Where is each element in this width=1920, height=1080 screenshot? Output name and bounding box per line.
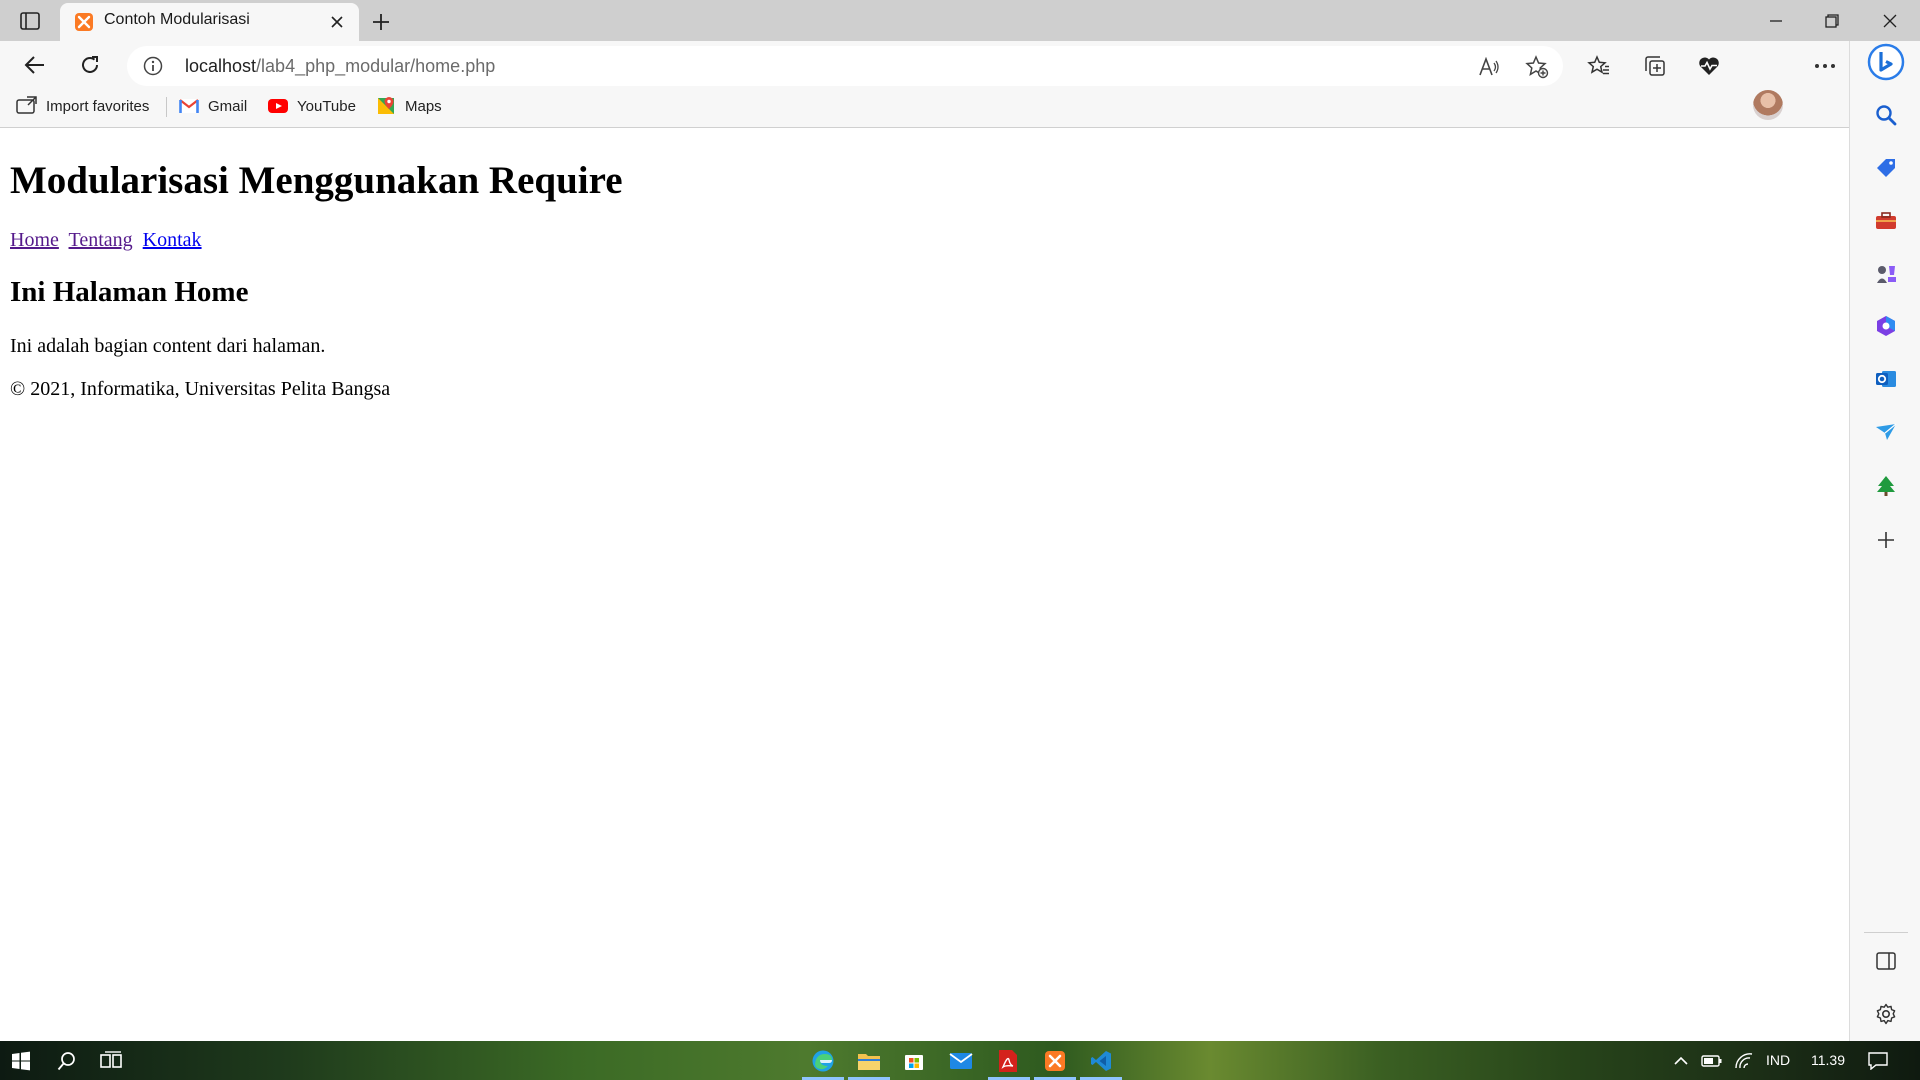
minimize-button[interactable]: [1748, 0, 1804, 41]
xampp-icon[interactable]: [1042, 1048, 1068, 1074]
content-paragraph: Ini adalah bagian content dari halaman.: [10, 335, 326, 357]
add-sidebar-app-icon[interactable]: [1873, 527, 1899, 553]
tab-title: Contoh Modularisasi: [104, 11, 250, 28]
show-hidden-icons-chevron-icon[interactable]: [1671, 1048, 1691, 1074]
microsoft-365-icon[interactable]: [1873, 313, 1899, 339]
bookmark-youtube[interactable]: YouTube: [267, 94, 356, 118]
windows-start-icon[interactable]: [8, 1048, 34, 1074]
bookmark-maps[interactable]: Maps: [375, 94, 442, 118]
favorites-icon[interactable]: [1585, 52, 1613, 80]
microsoft-store-icon[interactable]: [901, 1048, 927, 1074]
input-language-indicator[interactable]: IND: [1766, 1052, 1790, 1068]
search-icon[interactable]: [1873, 102, 1899, 128]
bookmark-label: Gmail: [208, 97, 248, 115]
bing-copilot-icon[interactable]: [1867, 43, 1905, 81]
nav-link-home[interactable]: Home: [10, 229, 59, 251]
tree-icon[interactable]: [1873, 473, 1899, 499]
hide-sidebar-icon[interactable]: [1873, 948, 1899, 974]
import-favorites-icon: [16, 95, 38, 117]
task-view-icon[interactable]: [98, 1048, 124, 1074]
browser-tab[interactable]: Contoh Modularisasi: [60, 3, 359, 41]
bookmark-label: Import favorites: [46, 97, 150, 115]
browser-essentials-icon[interactable]: [1695, 52, 1723, 80]
gmail-icon: [178, 95, 200, 117]
sidebar-separator: [1864, 932, 1908, 933]
add-favorite-icon[interactable]: [1525, 55, 1549, 79]
edge-sidebar: [1849, 41, 1920, 1041]
back-arrow-icon[interactable]: [15, 45, 55, 85]
wifi-icon[interactable]: [1732, 1048, 1756, 1074]
site-nav: Home Tentang Kontak: [10, 229, 207, 252]
site-info-icon[interactable]: [143, 56, 163, 76]
nav-link-tentang[interactable]: Tentang: [69, 229, 133, 251]
file-explorer-icon[interactable]: [856, 1048, 882, 1074]
taskbar-clock[interactable]: 11.39: [1811, 1052, 1845, 1068]
tab-close-icon[interactable]: [327, 12, 347, 32]
settings-more-icon[interactable]: [1811, 52, 1839, 80]
address-host: localhost: [185, 56, 257, 76]
read-aloud-icon[interactable]: [1477, 55, 1501, 79]
browser-toolbar: localhost/lab4_php_modular/home.php Impo…: [0, 41, 1850, 128]
profile-avatar[interactable]: [1753, 90, 1783, 120]
mail-icon[interactable]: [948, 1048, 974, 1074]
outlook-icon[interactable]: [1873, 366, 1899, 392]
title-bar: Contoh Modularisasi: [0, 0, 1920, 41]
windows-taskbar: IND 11.39: [0, 1041, 1920, 1080]
page-footer: © 2021, Informatika, Universitas Pelita …: [10, 378, 391, 400]
restore-button[interactable]: [1804, 0, 1860, 41]
nav-link-kontak[interactable]: Kontak: [143, 229, 202, 251]
bookmark-separator: [166, 97, 167, 117]
taskbar-search-icon[interactable]: [54, 1048, 80, 1074]
vscode-icon[interactable]: [1088, 1048, 1114, 1074]
edge-taskbar-icon[interactable]: [810, 1048, 836, 1074]
bookmark-import-favorites[interactable]: Import favorites: [16, 94, 149, 118]
page-viewport: Modularisasi Menggunakan Require Home Te…: [0, 128, 1849, 1041]
shopping-tag-icon[interactable]: [1873, 155, 1899, 181]
bookmark-label: YouTube: [297, 97, 356, 115]
page-title: Modularisasi Menggunakan Require: [10, 159, 623, 202]
drop-send-icon[interactable]: [1873, 419, 1899, 445]
tab-actions-button[interactable]: [12, 8, 48, 34]
games-icon[interactable]: [1873, 261, 1899, 287]
section-heading: Ini Halaman Home: [10, 276, 249, 308]
acrobat-reader-icon[interactable]: [995, 1048, 1021, 1074]
xampp-favicon-icon: [74, 12, 94, 32]
close-window-button[interactable]: [1862, 0, 1918, 41]
address-path: /lab4_php_modular/home.php: [256, 56, 496, 76]
tools-briefcase-icon[interactable]: [1873, 208, 1899, 234]
bookmark-label: Maps: [405, 97, 442, 115]
refresh-icon[interactable]: [70, 45, 110, 85]
maps-icon: [375, 95, 397, 117]
bookmark-gmail[interactable]: Gmail: [178, 94, 247, 118]
youtube-icon: [267, 95, 289, 117]
address-url[interactable]: localhost/lab4_php_modular/home.php: [185, 56, 495, 77]
address-bar[interactable]: localhost/lab4_php_modular/home.php: [127, 46, 1563, 86]
collections-icon[interactable]: [1641, 52, 1669, 80]
battery-icon[interactable]: [1700, 1048, 1724, 1074]
new-tab-button[interactable]: [366, 7, 396, 37]
sidebar-settings-gear-icon[interactable]: [1873, 1001, 1899, 1027]
notification-center-icon[interactable]: [1866, 1048, 1890, 1074]
